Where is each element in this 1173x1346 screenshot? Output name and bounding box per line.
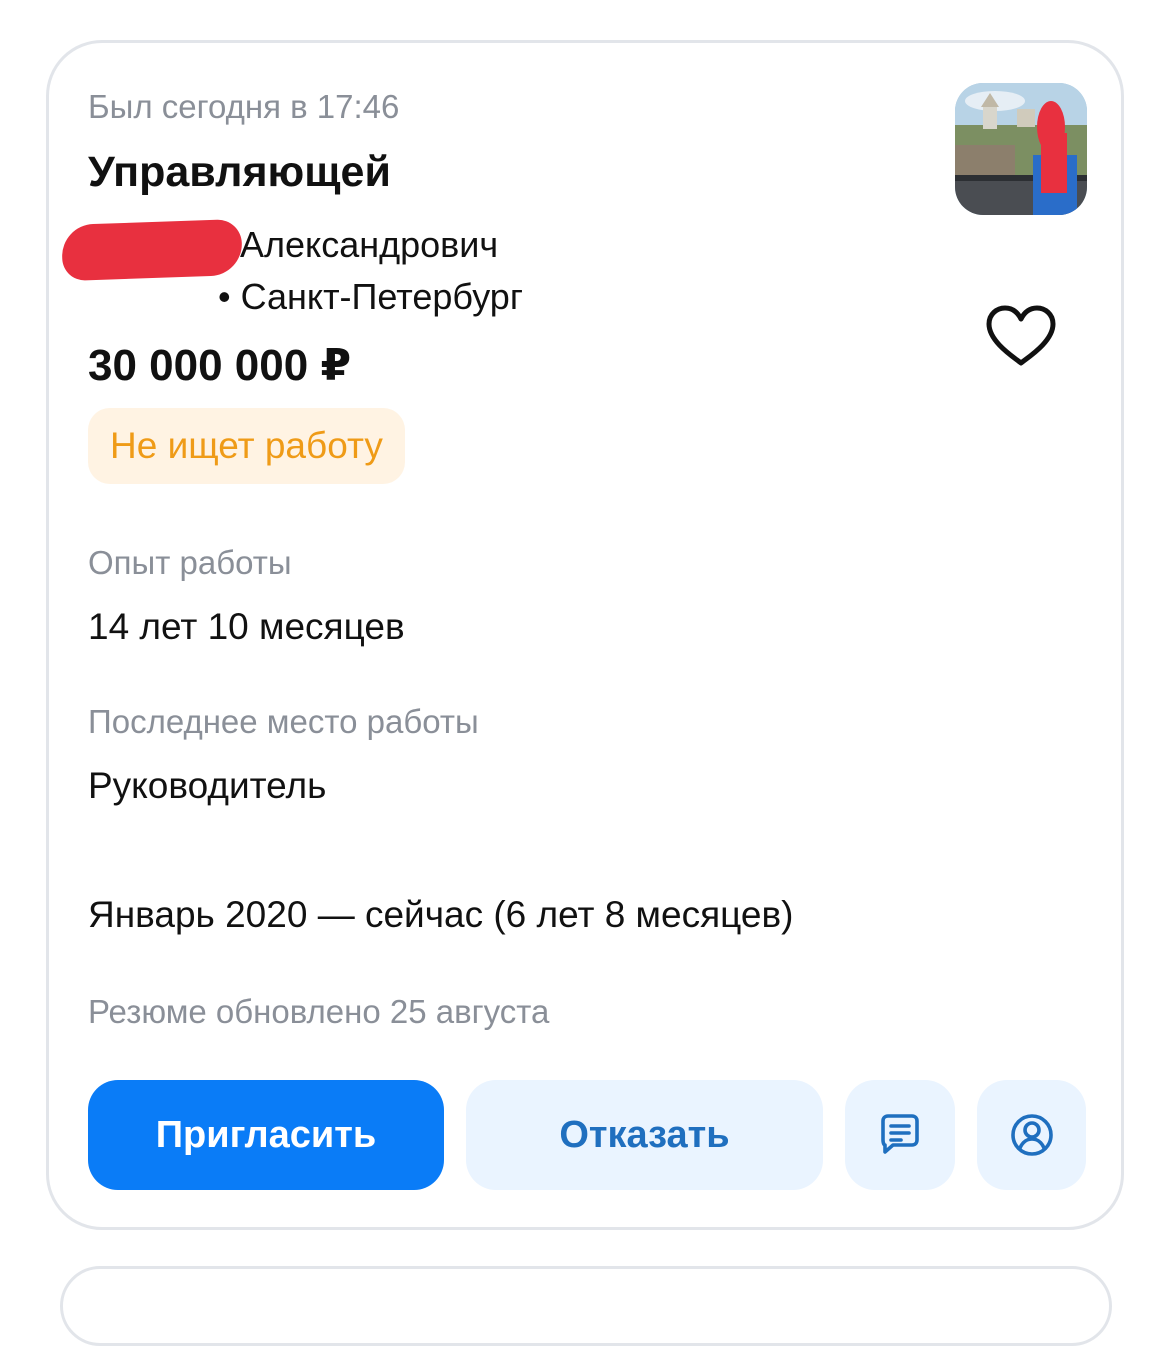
invite-button[interactable]: Пригласить	[88, 1080, 444, 1190]
experience-label: Опыт работы	[88, 544, 292, 581]
heart-icon	[986, 305, 1056, 366]
resume-title[interactable]: Управляющей	[88, 148, 391, 197]
favorite-heart-icon[interactable]	[985, 305, 1057, 367]
profile-button[interactable]	[977, 1080, 1086, 1190]
redaction-mark	[61, 218, 243, 282]
salary: 30 000 000 ₽	[88, 341, 352, 390]
candidate-location: • Санкт-Петербург	[218, 276, 523, 317]
candidate-name: Александрович	[240, 224, 499, 265]
profile-icon	[1010, 1114, 1053, 1156]
next-resume-card[interactable]	[60, 1266, 1112, 1346]
chat-button[interactable]	[845, 1080, 955, 1190]
status-badge: Не ищет работу	[88, 408, 405, 484]
chat-icon	[881, 1114, 919, 1154]
reject-button[interactable]: Отказать	[466, 1080, 823, 1190]
last-job-position: Руководитель	[88, 765, 327, 806]
experience-value: 14 лет 10 месяцев	[88, 606, 405, 647]
avatar-photo	[955, 83, 1087, 215]
last-seen-text: Был сегодня в 17:46	[88, 88, 400, 125]
resume-updated: Резюме обновлено 25 августа	[88, 993, 550, 1030]
last-job-label: Последнее место работы	[88, 703, 479, 740]
avatar[interactable]	[955, 83, 1087, 215]
last-job-period: Январь 2020 — сейчас (6 лет 8 месяцев)	[88, 894, 794, 935]
